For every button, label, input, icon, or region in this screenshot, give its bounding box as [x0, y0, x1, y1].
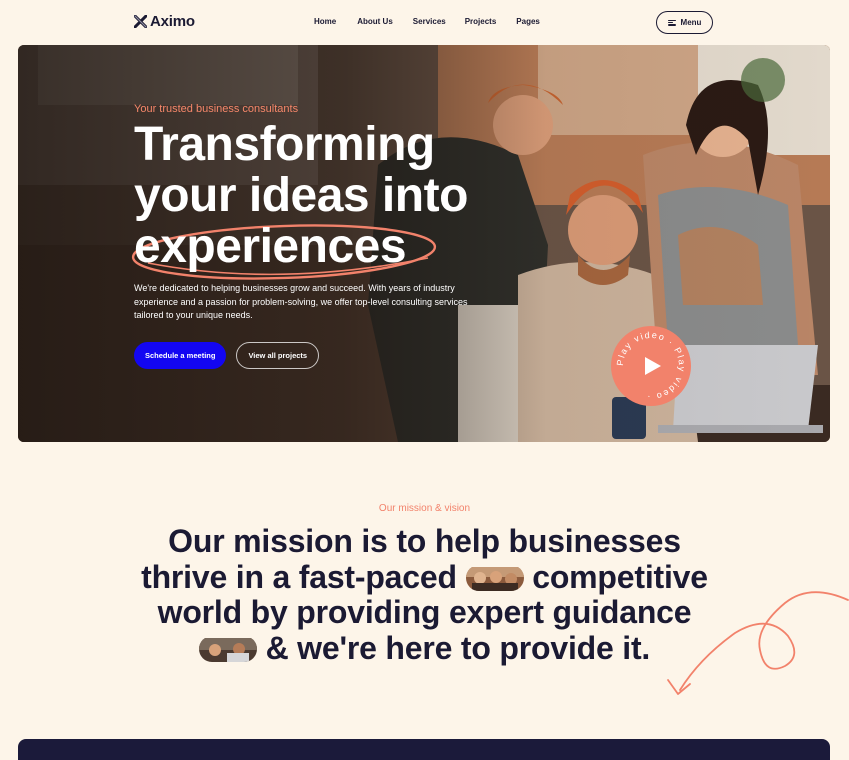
nav-home[interactable]: Home [314, 17, 336, 26]
hamburger-icon [667, 19, 676, 26]
team-photo-pill-1 [465, 565, 524, 591]
main-nav: Home About Us Services Projects Pages [314, 17, 540, 26]
logo[interactable]: Aximo [134, 13, 195, 30]
play-video-badge[interactable]: Play video · Play video · [611, 326, 691, 406]
hero-title-line-1: Transforming [134, 118, 435, 171]
menu-label: Menu [680, 18, 702, 27]
highlight-word: experiences [131, 220, 437, 280]
mission-eyebrow: Our mission & vision [378, 503, 471, 514]
menu-button[interactable]: Menu [656, 11, 713, 34]
next-section-band [18, 739, 830, 760]
x-logo-icon [134, 15, 147, 28]
hero-actions: Schedule a meeting View all projects [134, 341, 534, 369]
nav-services[interactable]: Services [413, 17, 446, 26]
mission-line-1: Our mission is to help businesses [168, 523, 681, 559]
schedule-meeting-button[interactable]: Schedule a meeting [134, 341, 227, 369]
hero-section: Your trusted business consultants Transf… [18, 45, 830, 442]
nav-projects[interactable]: Projects [465, 17, 497, 26]
hero-title: Transforming your ideas into experiences [131, 118, 534, 280]
nav-about-us[interactable]: About Us [357, 17, 393, 26]
hero-title-line-2: your ideas into [134, 169, 468, 222]
hero-title-line-3-wrap: experiences [131, 220, 534, 280]
mission-line-2a: thrive in a fast-paced [141, 558, 457, 595]
site-header: Aximo Home About Us Services Projects Pa… [0, 0, 849, 45]
hero-title-line-3: experiences [134, 220, 407, 273]
logo-text: Aximo [150, 13, 195, 30]
decorative-arrow-swirl [667, 591, 849, 695]
view-projects-button[interactable]: View all projects [236, 341, 320, 369]
team-photo-pill-2 [198, 636, 257, 662]
nav-pages[interactable]: Pages [516, 17, 540, 26]
hero-eyebrow: Your trusted business consultants [134, 103, 299, 115]
hero-description: We're dedicated to helping businesses gr… [134, 283, 468, 320]
mission-line-4-text: & we're here to provide it. [265, 629, 651, 666]
hero-content: Your trusted business consultants Transf… [131, 103, 534, 369]
